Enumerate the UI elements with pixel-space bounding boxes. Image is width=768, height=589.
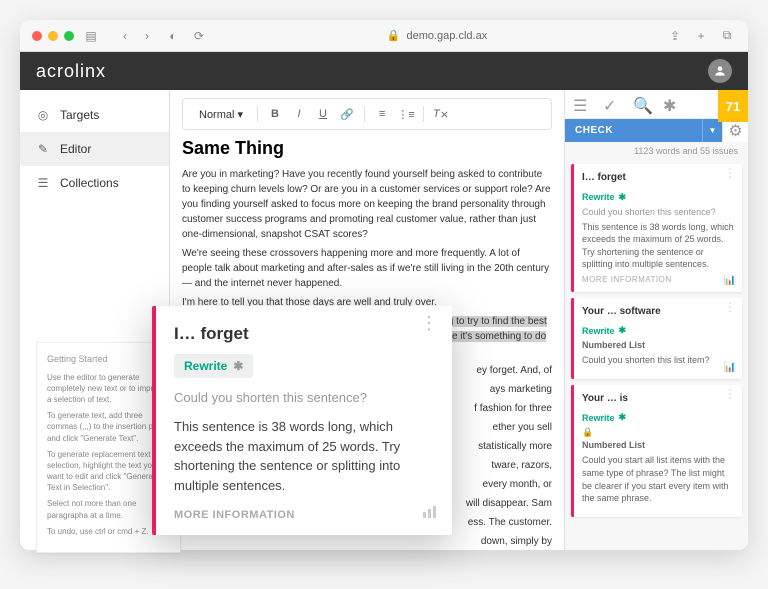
issue-body: Could you start all list items with the … xyxy=(582,454,734,504)
clear-format-button[interactable]: T⨯ xyxy=(430,103,452,125)
tabs-icon[interactable]: ⧉ xyxy=(718,27,736,45)
filter-button[interactable]: ⚙ xyxy=(722,119,748,142)
shield-icon[interactable]: ◐ xyxy=(164,27,182,45)
back-icon[interactable]: ‹ xyxy=(116,27,134,45)
sidebar-item-label: Editor xyxy=(60,142,91,156)
issue-sub: Could you shorten this sentence? xyxy=(582,207,734,217)
app-logo: acrolinx xyxy=(36,61,106,82)
minimize-window-icon[interactable] xyxy=(48,31,58,41)
avatar[interactable] xyxy=(708,59,732,83)
issue-title: Your … software xyxy=(582,306,734,317)
italic-button[interactable]: I xyxy=(288,103,310,125)
lock-icon: 🔒 xyxy=(582,427,734,438)
popup-title: I… forget xyxy=(174,324,434,344)
chart-icon[interactable] xyxy=(422,505,438,523)
issue-card[interactable]: ⋮ I… forget Rewrite ✱ Could you shorten … xyxy=(571,164,742,292)
menu-icon[interactable]: ☰ xyxy=(573,96,589,112)
issue-card[interactable]: ⋮ Your … is Rewrite ✱ 🔒 Numbered List Co… xyxy=(571,385,742,517)
url-bar[interactable]: 🔒 demo.gap.cld.ax xyxy=(216,29,658,42)
editor-toolbar: Normal ▾ B I U 🔗 ≡ ⋮≡ T⨯ xyxy=(182,98,552,130)
check-dropdown[interactable]: ▼ xyxy=(702,119,722,142)
rewrite-badge[interactable]: Rewrite ✱ xyxy=(582,192,626,203)
brain-icon: ✱ xyxy=(233,359,243,373)
sidebar-item-label: Targets xyxy=(60,108,99,122)
unordered-list-button[interactable]: ⋮≡ xyxy=(395,103,417,125)
rewrite-badge[interactable]: Rewrite ✱ xyxy=(582,325,626,336)
more-info-link[interactable]: MORE INFORMATION xyxy=(174,509,434,521)
issue-popup[interactable]: ⋮ I… forget Rewrite ✱ Could you shorten … xyxy=(152,306,452,535)
issue-list[interactable]: ⋮ I… forget Rewrite ✱ Could you shorten … xyxy=(565,160,748,550)
share-icon[interactable]: ⇪ xyxy=(666,27,684,45)
score-badge[interactable]: 71 xyxy=(718,90,748,122)
rewrite-badge[interactable]: Rewrite ✱ xyxy=(582,412,626,423)
chart-icon[interactable]: 📊 xyxy=(724,362,736,373)
brain-icon: ✱ xyxy=(619,192,627,203)
url-text: demo.gap.cld.ax xyxy=(406,30,487,42)
issue-body: Could you shorten this list item? xyxy=(582,354,734,367)
check-icon[interactable]: ✓ xyxy=(603,96,619,112)
popup-sub: Could you shorten this sentence? xyxy=(174,390,434,405)
document-title[interactable]: Same Thing xyxy=(182,138,552,159)
user-icon xyxy=(713,64,727,78)
chart-icon[interactable]: 📊 xyxy=(724,275,736,286)
rewrite-badge[interactable]: Rewrite ✱ xyxy=(174,354,253,378)
issues-panel: ☰ ✓ 🔍 ✱ 71 CHECK ▼ ⚙ 1123 words and 55 i… xyxy=(564,90,748,550)
sidebar-item-targets[interactable]: ◎ Targets xyxy=(20,98,169,132)
underline-button[interactable]: U xyxy=(312,103,334,125)
reload-icon[interactable]: ⟳ xyxy=(190,27,208,45)
target-icon: ◎ xyxy=(36,108,50,122)
sidebar-toggle-icon[interactable]: ▤ xyxy=(82,27,100,45)
lock-icon: 🔒 xyxy=(387,29,401,42)
new-tab-icon[interactable]: + xyxy=(692,27,710,45)
issue-title: Your … is xyxy=(582,393,734,404)
stats-bar: 1123 words and 55 issues xyxy=(565,142,748,160)
brain-icon: ✱ xyxy=(619,325,627,336)
issue-card[interactable]: ⋮ Your … software Rewrite ✱ Numbered Lis… xyxy=(571,298,742,379)
maximize-window-icon[interactable] xyxy=(64,31,74,41)
style-select[interactable]: Normal ▾ xyxy=(191,106,251,123)
issue-body: This sentence is 38 words long, which ex… xyxy=(582,221,734,271)
ordered-list-button[interactable]: ≡ xyxy=(371,103,393,125)
sidebar-item-editor[interactable]: ✎ Editor xyxy=(20,132,169,166)
bold-button[interactable]: B xyxy=(264,103,286,125)
more-icon[interactable]: ⋮ xyxy=(724,170,736,176)
edit-icon: ✎ xyxy=(36,142,50,156)
issue-title: I… forget xyxy=(582,172,734,183)
link-button[interactable]: 🔗 xyxy=(336,103,358,125)
popup-body: This sentence is 38 words long, which ex… xyxy=(174,417,434,495)
sidebar-item-collections[interactable]: ☰ Collections xyxy=(20,166,169,200)
close-window-icon[interactable] xyxy=(32,31,42,41)
browser-chrome: ▤ ‹ › ◐ ⟳ 🔒 demo.gap.cld.ax ⇪ + ⧉ xyxy=(20,20,748,52)
app-header: acrolinx xyxy=(20,52,748,90)
issue-sub: Numbered List xyxy=(582,340,734,350)
more-icon[interactable]: ⋮ xyxy=(724,391,736,397)
brain-icon[interactable]: ✱ xyxy=(663,96,679,112)
more-icon[interactable]: ⋮ xyxy=(724,304,736,310)
forward-icon[interactable]: › xyxy=(138,27,156,45)
issue-sub: Numbered List xyxy=(582,440,734,450)
sidebar-item-label: Collections xyxy=(60,176,119,190)
more-icon[interactable]: ⋮ xyxy=(420,320,438,327)
brain-icon: ✱ xyxy=(619,412,627,423)
more-info-link[interactable]: MORE INFORMATION xyxy=(582,275,734,284)
collection-icon: ☰ xyxy=(36,176,50,190)
check-button[interactable]: CHECK xyxy=(565,119,702,142)
search-icon[interactable]: 🔍 xyxy=(633,96,649,112)
